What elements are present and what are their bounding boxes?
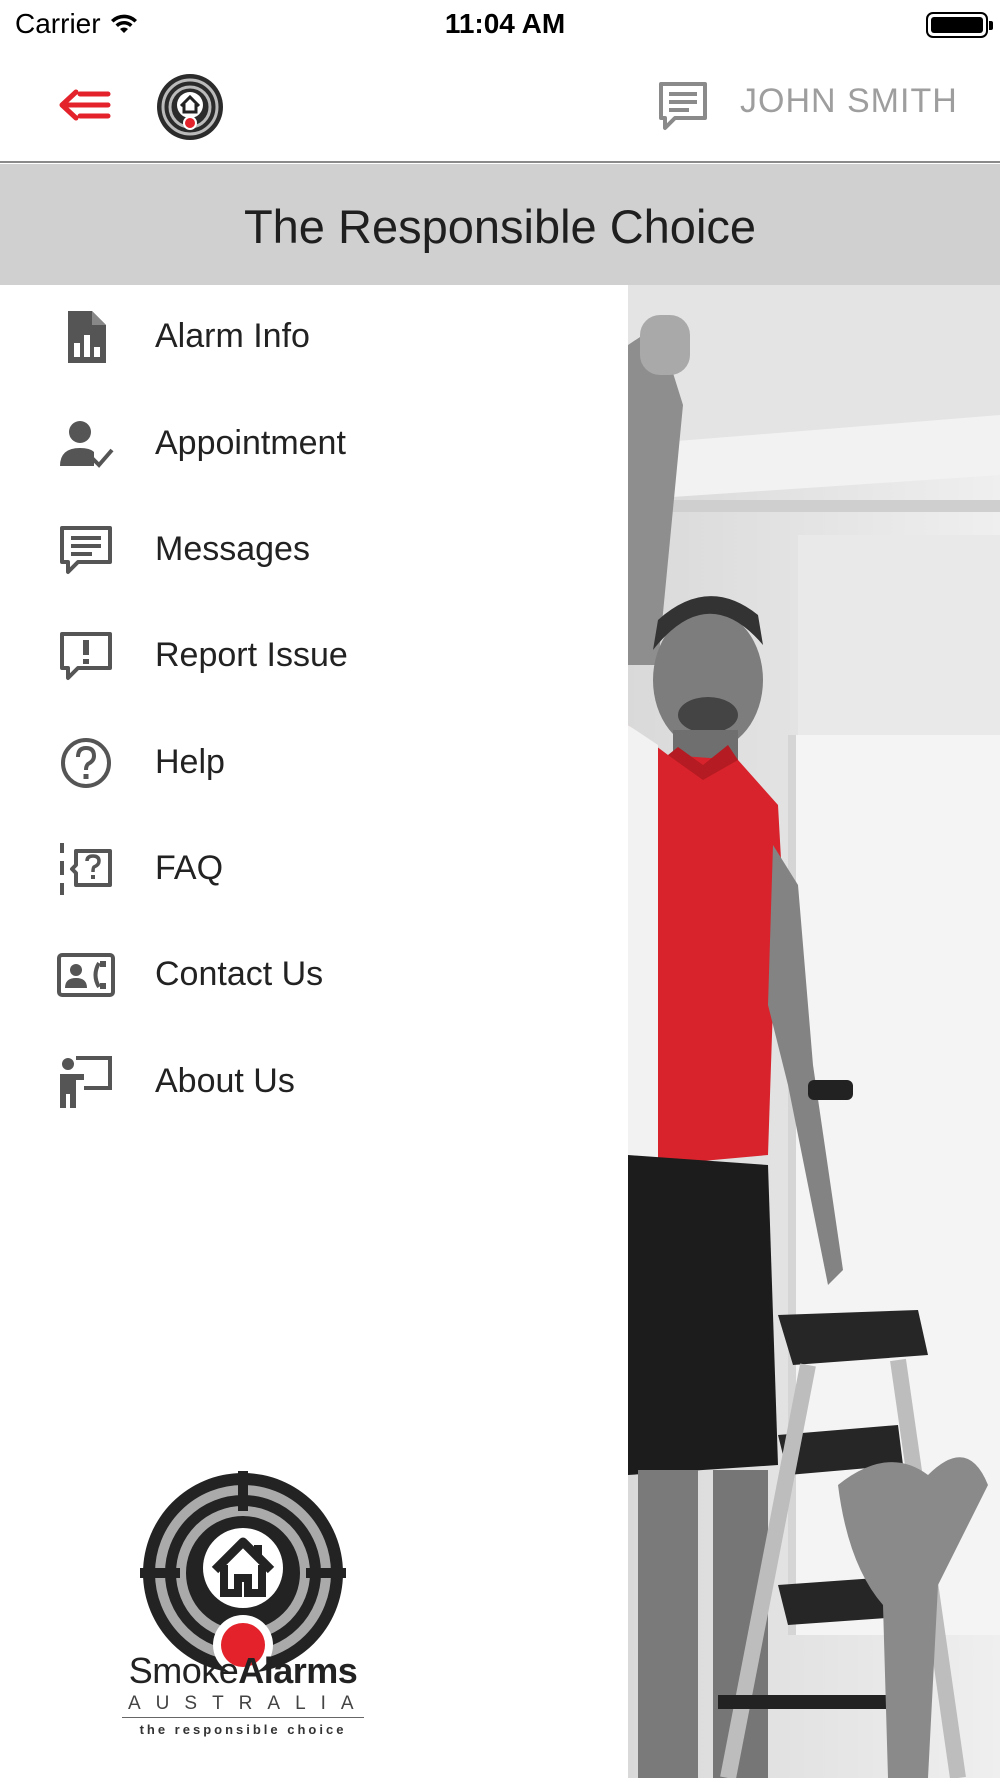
menu-item-alarm-info[interactable]: Alarm Info — [0, 285, 628, 385]
back-menu-button[interactable] — [56, 80, 116, 130]
menu-label: Report Issue — [155, 636, 348, 674]
report-issue-icon — [60, 632, 112, 680]
status-bar: Carrier 11:04 AM — [0, 0, 1000, 50]
menu-label: Help — [155, 743, 225, 781]
menu-label: About Us — [155, 1062, 295, 1100]
smoke-alarm-logo-icon — [157, 74, 223, 140]
app-header: JOHN SMITH — [0, 50, 1000, 163]
menu-item-messages[interactable]: Messages — [0, 498, 628, 598]
message-icon[interactable] — [655, 78, 711, 134]
faq-icon — [60, 843, 112, 895]
person-check-icon — [60, 421, 114, 468]
menu-label: Messages — [155, 530, 310, 568]
status-time: 11:04 AM — [444, 8, 566, 39]
brand-name: SmokeAlarms — [118, 1650, 368, 1692]
tagline-banner: The Responsible Choice — [0, 164, 1000, 285]
contact-card-icon — [57, 953, 115, 997]
menu-item-report-issue[interactable]: Report Issue — [0, 604, 628, 704]
menu-item-about-us[interactable]: About Us — [0, 1030, 628, 1130]
user-name[interactable]: JOHN SMITH — [740, 82, 958, 121]
menu-item-help[interactable]: Help — [0, 711, 628, 811]
menu-item-contact-us[interactable]: Contact Us — [0, 923, 628, 1023]
report-icon — [68, 311, 106, 363]
menu-label: Appointment — [155, 424, 346, 462]
brand-tagline: the responsible choice — [139, 1722, 347, 1737]
presenter-icon — [60, 1056, 112, 1108]
help-circle-icon — [61, 738, 111, 788]
banner-title: The Responsible Choice — [243, 200, 757, 253]
brand-name-bold: Alarms — [238, 1650, 358, 1691]
menu-label: FAQ — [155, 849, 224, 887]
brand-divider — [122, 1717, 364, 1718]
brand-name-light: Smoke — [128, 1650, 239, 1691]
menu-label: Alarm Info — [155, 317, 310, 355]
brand-country: AUSTRALIA — [128, 1693, 369, 1714]
message-icon — [60, 526, 112, 574]
menu-label: Contact Us — [155, 955, 324, 993]
battery-icon — [926, 12, 993, 38]
menu-item-appointment[interactable]: Appointment — [0, 392, 628, 492]
navigation-drawer: Alarm Info Appointment Messages Report I… — [0, 285, 628, 1778]
menu-item-faq[interactable]: FAQ — [0, 817, 628, 917]
technician-photo — [628, 285, 1000, 1778]
